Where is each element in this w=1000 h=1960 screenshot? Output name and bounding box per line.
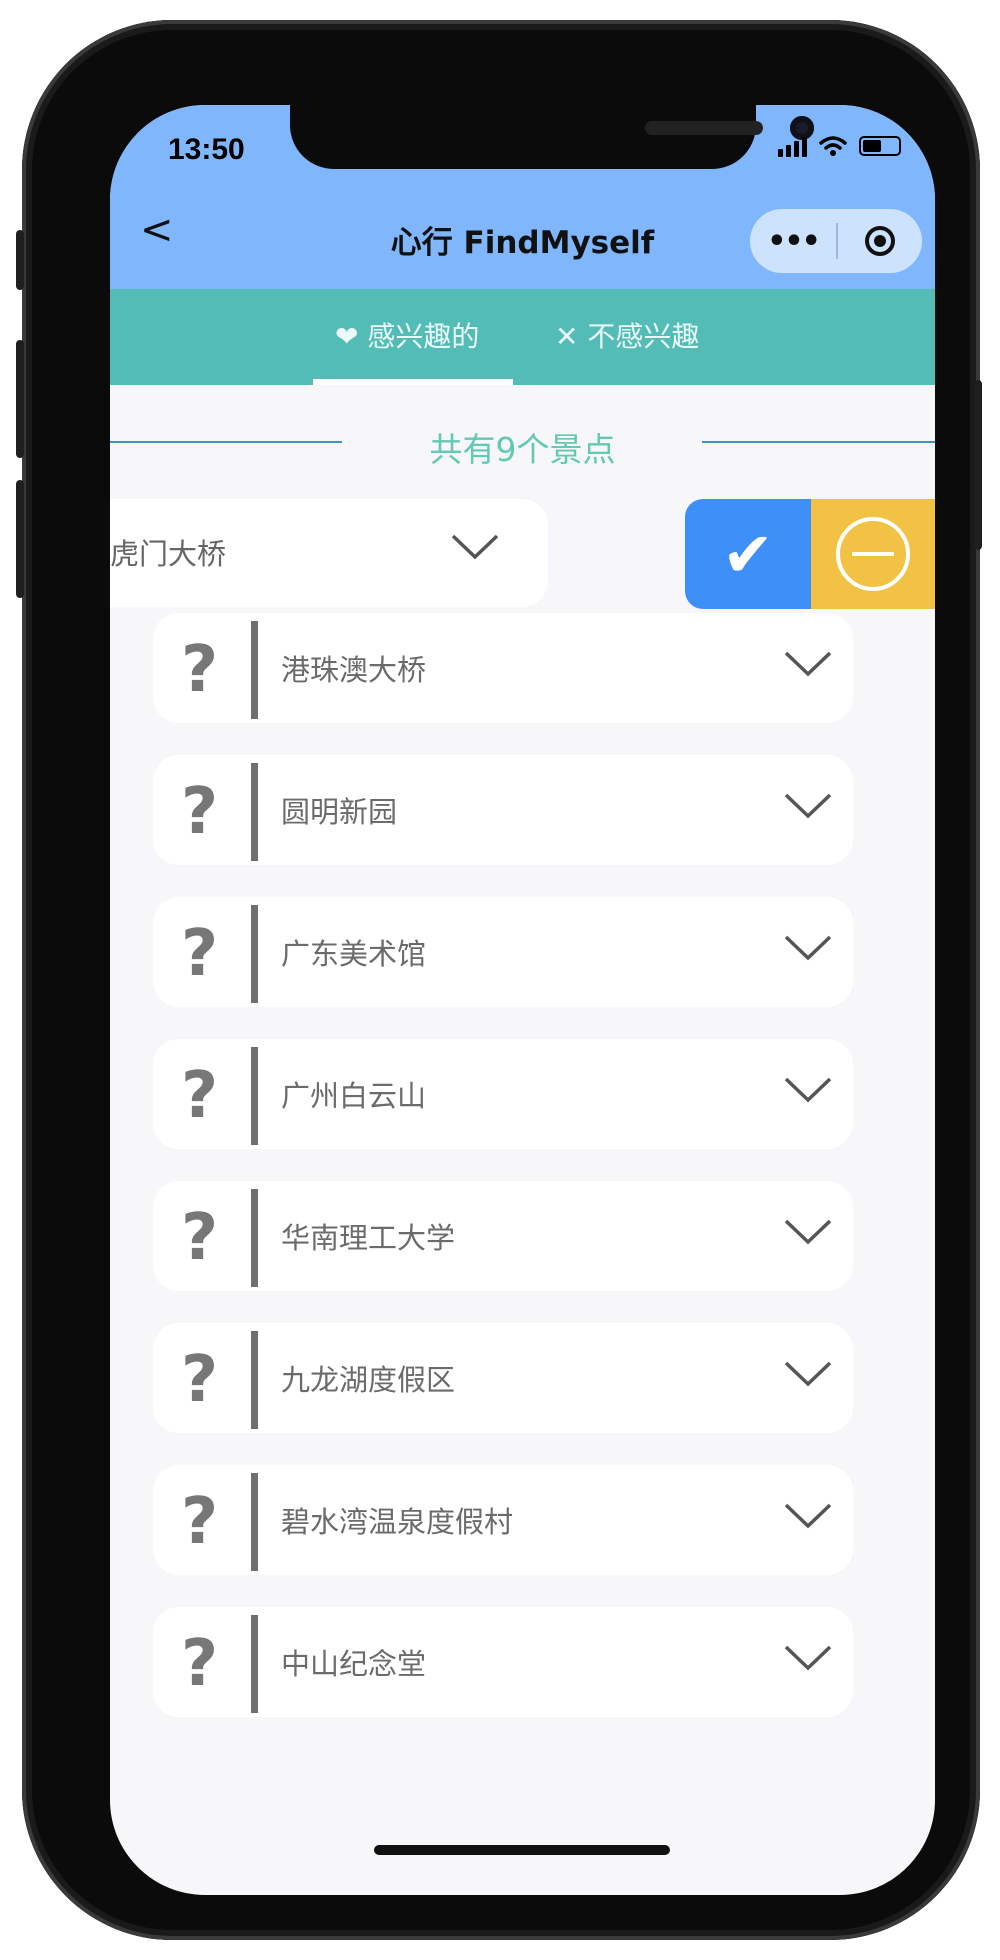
silent-switch <box>16 230 24 290</box>
list-item-name: 港珠澳大桥 <box>281 653 427 687</box>
place-list: ? 港珠澳大桥 ? 圆明新园 ? 广东美术馆 ? 广州白云山 ? 华南理工大学 … <box>153 613 853 1749</box>
item-divider <box>251 621 258 719</box>
chevron-down-icon[interactable] <box>783 1500 833 1530</box>
question-icon: ? <box>181 1059 219 1133</box>
place-count: 共有9个景点 <box>429 430 616 469</box>
item-divider <box>251 1189 258 1287</box>
list-item[interactable]: ? 圆明新园 <box>153 755 853 865</box>
item-divider <box>251 1331 258 1429</box>
battery-icon <box>859 136 901 156</box>
item-divider <box>251 1473 258 1571</box>
minus-circle-icon <box>836 517 910 591</box>
item-divider <box>251 905 258 1003</box>
volume-down-button <box>16 480 24 598</box>
list-item-name: 广州白云山 <box>281 1079 427 1113</box>
list-item-name: 虎门大桥 <box>110 537 227 571</box>
swiped-list-item[interactable]: 虎门大桥 <box>110 499 548 607</box>
dismiss-button[interactable] <box>811 499 935 609</box>
question-icon: ? <box>181 1201 219 1275</box>
tab-not-interested[interactable]: ✕ 不感兴趣 <box>555 315 699 355</box>
item-divider <box>251 1615 258 1713</box>
list-item-name: 广东美术馆 <box>281 937 427 971</box>
question-icon: ? <box>181 1627 219 1701</box>
status-icons <box>778 135 901 157</box>
question-icon: ? <box>181 1485 219 1559</box>
tab-bar: ❤ 感兴趣的 ✕ 不感兴趣 <box>110 289 935 385</box>
list-item-name: 华南理工大学 <box>281 1221 456 1255</box>
close-mini-program-button[interactable] <box>838 226 922 256</box>
check-icon: ✔ <box>722 517 774 591</box>
phone-frame: 13:50 < 心行 FindMyself ••• ❤ 感兴趣的 ✕ 不感兴趣 … <box>16 20 982 1940</box>
list-item-name: 九龙湖度假区 <box>281 1363 456 1397</box>
list-item[interactable]: ? 华南理工大学 <box>153 1181 853 1291</box>
list-item[interactable]: ? 中山纪念堂 <box>153 1607 853 1717</box>
list-item[interactable]: ? 碧水湾温泉度假村 <box>153 1465 853 1575</box>
item-divider <box>251 1047 258 1145</box>
speaker <box>645 121 763 135</box>
chevron-down-icon[interactable] <box>783 648 833 678</box>
question-icon: ? <box>181 917 219 991</box>
mini-program-capsule: ••• <box>750 209 922 273</box>
list-item[interactable]: ? 广州白云山 <box>153 1039 853 1149</box>
target-icon <box>865 226 895 256</box>
question-icon: ? <box>181 1343 219 1417</box>
list-item[interactable]: ? 广东美术馆 <box>153 897 853 1007</box>
item-divider <box>251 763 258 861</box>
chevron-down-icon[interactable] <box>783 1216 833 1246</box>
question-icon: ? <box>181 633 219 707</box>
chevron-down-icon[interactable] <box>450 531 500 561</box>
active-tab-indicator <box>313 379 513 385</box>
chevron-down-icon[interactable] <box>783 932 833 962</box>
signal-icon <box>778 135 807 157</box>
nav-bar: 13:50 < 心行 FindMyself ••• <box>110 105 935 289</box>
volume-up-button <box>16 340 24 458</box>
confirm-button[interactable]: ✔ <box>685 499 811 609</box>
list-item-name: 中山纪念堂 <box>281 1647 427 1681</box>
notch <box>290 105 814 169</box>
status-time: 13:50 <box>168 133 245 166</box>
list-item[interactable]: ? 港珠澳大桥 <box>153 613 853 723</box>
list-item-name: 圆明新园 <box>281 795 398 829</box>
chevron-down-icon[interactable] <box>783 1358 833 1388</box>
swipe-actions: ✔ <box>685 499 935 609</box>
home-indicator[interactable] <box>374 1845 670 1855</box>
tab-interested[interactable]: ❤ 感兴趣的 <box>335 315 479 355</box>
power-button <box>974 380 982 550</box>
list-item[interactable]: ? 九龙湖度假区 <box>153 1323 853 1433</box>
chevron-down-icon[interactable] <box>783 790 833 820</box>
screen: 13:50 < 心行 FindMyself ••• ❤ 感兴趣的 ✕ 不感兴趣 … <box>110 105 935 1895</box>
chevron-down-icon[interactable] <box>783 1642 833 1672</box>
list-item-name: 碧水湾温泉度假村 <box>281 1505 514 1539</box>
wifi-icon <box>819 136 847 156</box>
question-icon: ? <box>181 775 219 849</box>
chevron-down-icon[interactable] <box>783 1074 833 1104</box>
more-options-button[interactable]: ••• <box>750 224 836 259</box>
